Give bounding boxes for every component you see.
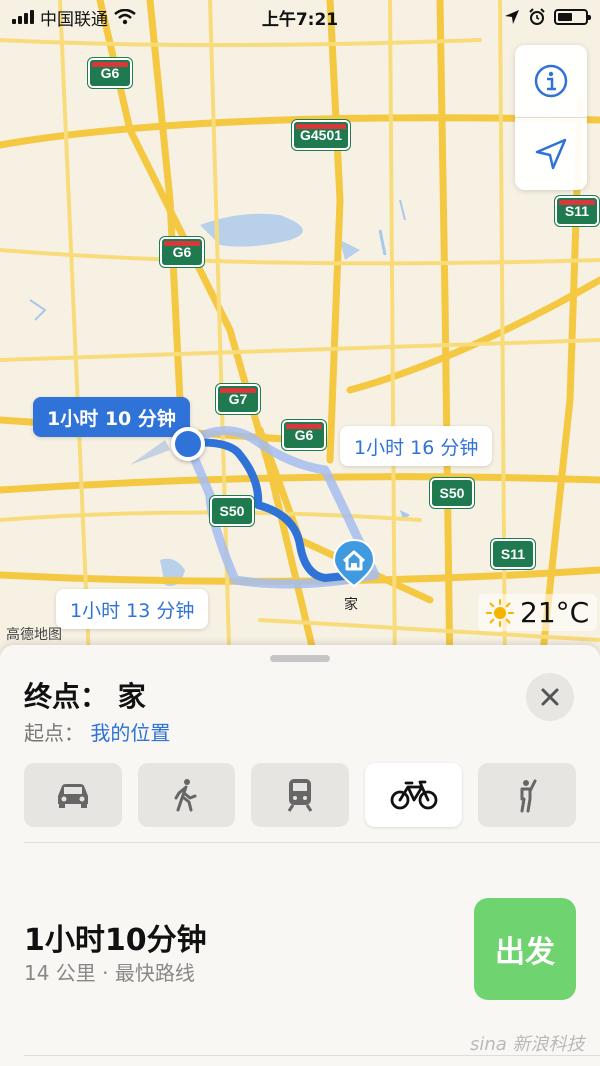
info-icon	[534, 64, 568, 98]
highway-shield-s11: S11	[555, 196, 599, 226]
highway-shield-s50: S50	[430, 478, 474, 508]
highway-shield-g4501: G4501	[292, 120, 351, 150]
battery-icon	[554, 9, 591, 25]
origin-row: 起点： 我的位置	[24, 717, 170, 746]
walk-icon	[174, 779, 197, 812]
route-details: 14 公里 · 最快路线	[24, 961, 195, 985]
origin-value[interactable]: 我的位置	[90, 721, 170, 745]
highway-shield-g6: G6	[160, 237, 204, 267]
mode-driving-button[interactable]	[24, 763, 122, 827]
highway-shield-g6: G6	[88, 58, 132, 88]
home-icon	[332, 538, 376, 588]
highway-shield-s11: S11	[491, 539, 535, 569]
origin-label: 起点：	[24, 721, 84, 745]
rideshare-icon	[520, 779, 537, 813]
route-label-primary[interactable]: 1小时 10 分钟	[33, 397, 190, 437]
alarm-icon	[529, 8, 545, 25]
transport-mode-selector	[24, 763, 576, 827]
wifi-icon	[114, 9, 136, 25]
mode-cycling-button[interactable]	[364, 763, 463, 827]
current-location-dot	[171, 427, 205, 461]
mode-rideshare-button[interactable]	[478, 763, 576, 827]
mode-walking-button[interactable]	[137, 763, 236, 827]
close-button[interactable]	[526, 673, 574, 721]
status-time: 上午7:21	[261, 9, 339, 30]
road-network	[0, 0, 600, 680]
sun-icon	[486, 598, 514, 627]
weather-widget: 21°C	[478, 594, 598, 631]
mode-transit-button[interactable]	[251, 763, 349, 827]
map-controls	[515, 45, 587, 190]
directions-sheet: 终点： 家 起点： 我的位置 1小时10分钟 14 公里 · 最快路线 出发 s…	[0, 645, 600, 1066]
route-label-alt1[interactable]: 1小时 16 分钟	[340, 426, 493, 466]
map-info-button[interactable]	[515, 45, 587, 117]
location-arrow-icon	[535, 138, 567, 169]
route-label-alt2[interactable]: 1小时 13 分钟	[56, 589, 209, 629]
bicycle-icon	[390, 780, 437, 810]
map-attribution: 高德地图	[6, 627, 62, 643]
destination-title: 终点： 家	[24, 680, 146, 713]
divider	[24, 842, 600, 843]
cellular-signal-icon	[12, 10, 34, 24]
highway-shield-g7: G7	[216, 384, 260, 414]
route-duration: 1小时10分钟	[24, 923, 207, 958]
destination-pin[interactable]: 家	[332, 538, 376, 613]
locate-me-button[interactable]	[515, 117, 587, 189]
temperature: 21°C	[520, 596, 590, 629]
map-view[interactable]: G6 G4501 S11 G6 G7 G6 S50 S50 S11 1小时 10…	[0, 0, 600, 680]
car-icon	[57, 784, 88, 808]
go-button[interactable]: 出发	[474, 898, 576, 1000]
close-icon	[541, 688, 559, 706]
carrier-name: 中国联通	[40, 9, 108, 30]
sheet-grabber[interactable]	[270, 655, 330, 662]
status-bar: 中国联通 上午7:21	[0, 0, 600, 34]
highway-shield-s50: S50	[210, 496, 254, 526]
location-services-icon	[505, 10, 519, 24]
watermark: sina 新浪科技	[470, 1034, 585, 1055]
transit-icon	[287, 779, 313, 812]
highway-shield-g6: G6	[282, 420, 326, 450]
destination-pin-label: 家	[344, 597, 358, 613]
